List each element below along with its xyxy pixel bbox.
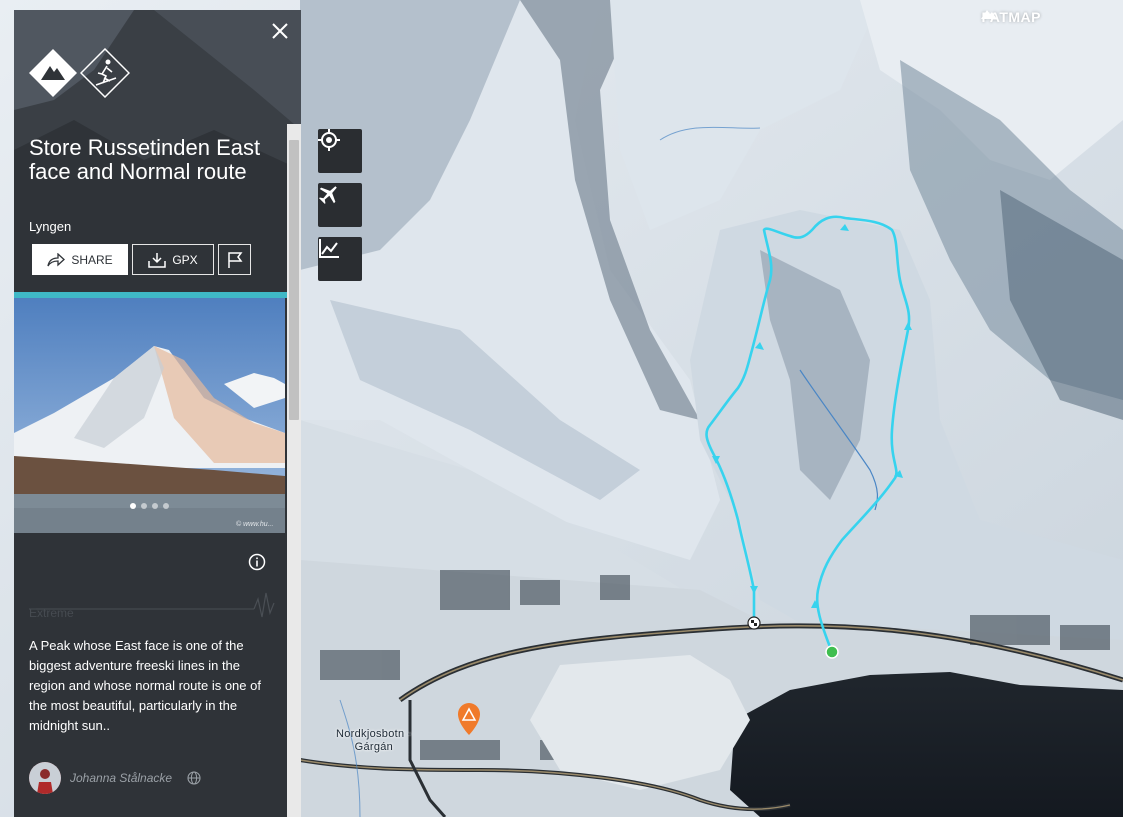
finish-marker-icon[interactable] bbox=[747, 616, 761, 630]
route-actions: SHARE GPX bbox=[32, 244, 251, 275]
report-button[interactable] bbox=[218, 244, 251, 275]
avatar-image bbox=[29, 762, 61, 794]
panel-scrollbar[interactable] bbox=[287, 124, 301, 817]
elevation-profile-button[interactable] bbox=[318, 237, 362, 281]
close-icon[interactable] bbox=[269, 20, 291, 42]
route-photo: © www.hu... bbox=[14, 298, 285, 533]
route-region: Lyngen bbox=[29, 219, 72, 234]
campsite-marker-icon[interactable] bbox=[458, 703, 480, 735]
difficulty-section: Extreme bbox=[14, 533, 287, 623]
brand-logo: FATMAP bbox=[981, 9, 1041, 25]
scroll-thumb[interactable] bbox=[289, 140, 299, 420]
flyover-button[interactable] bbox=[318, 183, 362, 227]
panel-header: Store Russetinden East face and Normal r… bbox=[14, 10, 301, 292]
carousel-dot[interactable] bbox=[130, 503, 136, 509]
download-icon bbox=[148, 252, 167, 268]
brand-mountain-icon bbox=[981, 10, 998, 19]
locate-icon bbox=[318, 129, 340, 151]
gpx-download-button[interactable]: GPX bbox=[132, 244, 214, 275]
carousel-dot[interactable] bbox=[152, 503, 158, 509]
carousel-dots bbox=[14, 503, 285, 509]
activity-badges bbox=[28, 48, 130, 98]
elevation-profile-icon bbox=[319, 239, 339, 258]
author-row[interactable]: Johanna Stålnacke bbox=[29, 762, 201, 794]
share-icon bbox=[47, 252, 66, 266]
locate-button[interactable] bbox=[318, 129, 362, 173]
route-photo-carousel[interactable]: © www.hu... bbox=[14, 298, 285, 533]
route-panel: Store Russetinden East face and Normal r… bbox=[14, 10, 301, 817]
plane-icon bbox=[319, 186, 337, 204]
share-button[interactable]: SHARE bbox=[32, 244, 128, 275]
avatar[interactable] bbox=[29, 762, 61, 794]
carousel-dot[interactable] bbox=[163, 503, 169, 509]
author-name[interactable]: Johanna Stålnacke bbox=[70, 771, 172, 785]
carousel-dot[interactable] bbox=[141, 503, 147, 509]
route-description: A Peak whose East face is one of the big… bbox=[29, 638, 261, 733]
start-marker-icon[interactable] bbox=[825, 645, 839, 659]
photo-watermark: © www.hu... bbox=[236, 520, 274, 528]
route-title: Store Russetinden East face and Normal r… bbox=[29, 135, 261, 184]
globe-icon[interactable] bbox=[187, 771, 201, 785]
flag-icon bbox=[227, 251, 242, 268]
ski-tour-badge-icon bbox=[80, 48, 130, 98]
place-label: Nordkjosbotn - Gárgán bbox=[336, 728, 412, 754]
difficulty-label: Extreme bbox=[29, 606, 74, 620]
gpx-label: GPX bbox=[172, 252, 198, 267]
place-label-line1: Nordkjosbotn - bbox=[336, 728, 412, 740]
place-label-line2: Gárgán bbox=[354, 741, 394, 753]
mountain-badge-icon bbox=[29, 49, 77, 97]
share-label: SHARE bbox=[71, 252, 113, 267]
